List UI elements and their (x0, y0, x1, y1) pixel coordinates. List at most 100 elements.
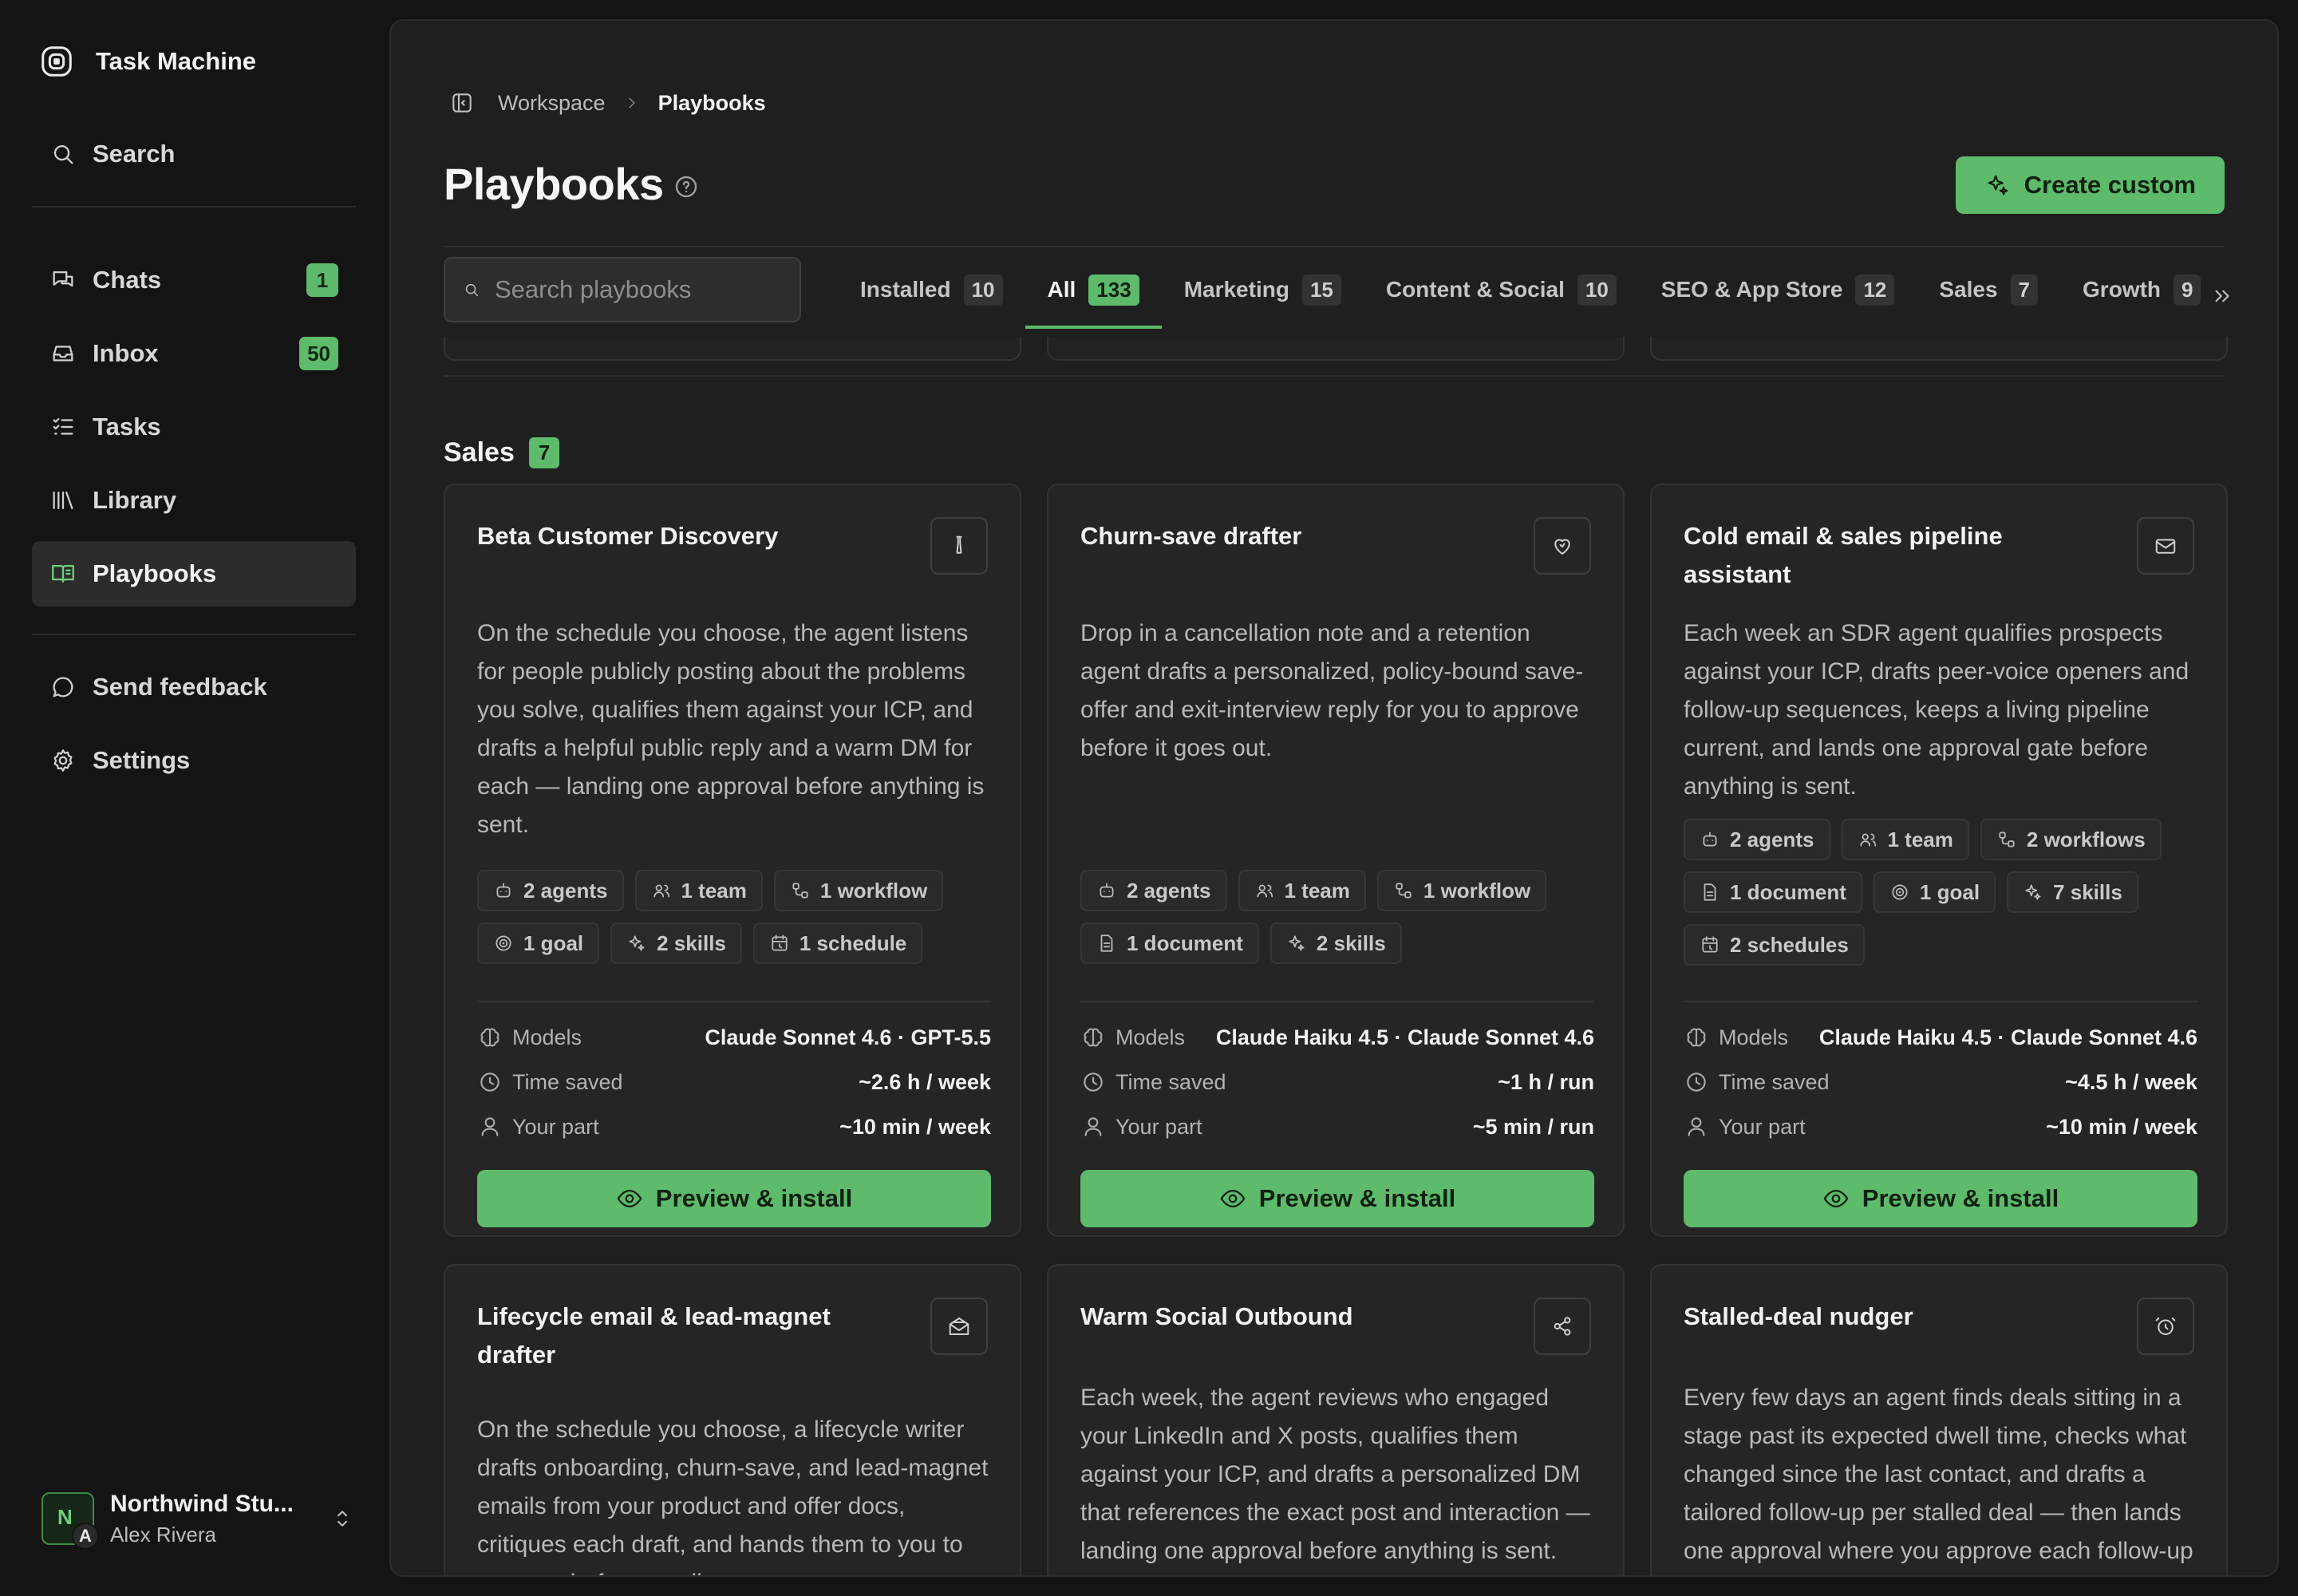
chip-document: 1 document (1684, 871, 1862, 913)
card-title: Warm Social Outbound (1080, 1302, 1353, 1330)
models-value: Claude Sonnet 4.6 · GPT-5.5 (705, 1025, 991, 1049)
tab-count: 12 (1855, 274, 1895, 306)
time-saved-value: ~1 h / run (1498, 1069, 1594, 1094)
playbook-card[interactable]: Warm Social Outbound Each week, the agen… (1047, 1264, 1625, 1575)
section-count-badge: 7 (528, 437, 560, 468)
tab-seo-app-store[interactable]: SEO & App Store 12 (1639, 257, 1917, 322)
meta-time-saved: Time saved ~4.5 h / week (1684, 1065, 2197, 1100)
card-description: On the schedule you choose, a lifecycle … (477, 1416, 989, 1575)
sidebar-toggle-icon[interactable] (444, 85, 480, 121)
search-input[interactable] (495, 275, 782, 304)
chip-agents: 2 agents (1080, 870, 1227, 911)
sparkles-icon (1289, 935, 1305, 951)
previous-card-edge (1047, 337, 1625, 361)
header-divider (444, 246, 2225, 247)
eye-icon (1823, 1189, 1849, 1208)
playbook-card[interactable]: Stalled-deal nudger Every few days an ag… (1650, 1264, 2228, 1575)
breadcrumb-workspace[interactable]: Workspace (498, 91, 606, 116)
library-icon (53, 491, 73, 510)
sidebar-item-inbox[interactable]: Inbox 50 (32, 321, 356, 386)
workspace-switcher[interactable]: N A Northwind Stu... Alex Rivera (41, 1486, 354, 1551)
tab-growth[interactable]: Growth 9 (2060, 257, 2223, 322)
chip-team: 1 team (1841, 819, 1969, 860)
create-custom-label: Create custom (2024, 171, 2196, 199)
tab-count: 133 (1088, 274, 1139, 306)
bot-icon (496, 883, 511, 898)
meta-label: Models (1115, 1025, 1186, 1049)
heart-icon (1534, 517, 1591, 575)
card-title: Lifecycle email & lead-magnet drafter (477, 1302, 831, 1369)
playbook-card[interactable]: Churn-save drafter Drop in a cancellatio… (1047, 484, 1625, 1237)
app-name: Task Machine (96, 47, 257, 75)
previous-card-edge (444, 337, 1021, 361)
meta-label: Models (1719, 1025, 1789, 1049)
bot-icon (1100, 883, 1114, 898)
create-custom-button[interactable]: Create custom (1955, 156, 2225, 214)
help-circle-icon[interactable] (672, 172, 701, 201)
user-icon (1084, 1117, 1102, 1136)
sidebar-item-chats[interactable]: Chats 1 (32, 247, 356, 313)
tab-label: Growth (2083, 277, 2162, 302)
tab-count: 9 (2174, 274, 2201, 306)
brand[interactable]: Task Machine (38, 43, 256, 80)
preview-install-button[interactable]: Preview & install (1684, 1170, 2197, 1227)
workspace-avatar: N A (41, 1492, 99, 1550)
playbook-card[interactable]: Beta Customer Discovery On the schedule … (444, 484, 1021, 1237)
chip-schedule: 1 schedule (752, 922, 923, 964)
clock-icon (1084, 1073, 1103, 1092)
models-value: Claude Haiku 4.5 · Claude Sonnet 4.6 (1215, 1025, 1594, 1049)
chip-label: 1 schedule (799, 930, 907, 955)
tab-marketing[interactable]: Marketing 15 (1162, 257, 1364, 322)
search-icon (53, 144, 73, 164)
preview-install-button[interactable]: Preview & install (477, 1170, 991, 1227)
meta-models: Models Claude Haiku 4.5 · Claude Sonnet 4… (1080, 1020, 1594, 1055)
tab-content-social[interactable]: Content & Social 10 (1364, 257, 1639, 322)
tab-label: Installed (860, 277, 951, 302)
playbook-card[interactable]: Lifecycle email & lead-magnet drafter On… (444, 1264, 1021, 1575)
chip-label: 7 skills (2053, 879, 2122, 904)
sidebar-item-playbooks[interactable]: Playbooks (32, 541, 356, 606)
sidebar-item-send-feedback[interactable]: Send feedback (32, 654, 356, 720)
clock-icon (480, 1073, 499, 1092)
your-part-value: ~5 min / run (1472, 1114, 1594, 1139)
sidebar: Task Machine Search Chats 1 Inbox 50 Tas… (0, 0, 388, 1596)
search-icon (465, 283, 479, 297)
chip-label: 1 goal (1919, 879, 1980, 904)
sidebar-item-settings[interactable]: Settings (32, 728, 356, 793)
search-box[interactable] (444, 257, 801, 322)
workspace-initial: N (57, 1505, 73, 1529)
sidebar-item-library[interactable]: Library (32, 468, 356, 533)
card-divider (477, 1001, 991, 1002)
your-part-value: ~10 min / week (2046, 1114, 2197, 1139)
card-title: Churn-save drafter (1080, 522, 1302, 550)
chip-skills: 2 skills (610, 922, 742, 964)
card-chips: 2 agents 1 team 1 workflow 1 goal 2 skil… (477, 870, 1004, 964)
clock-icon (1687, 1073, 1706, 1092)
eye-icon (617, 1189, 642, 1208)
card-description: On the schedule you choose, the agent li… (477, 620, 985, 838)
playbook-card[interactable]: Cold email & sales pipeline assistant Ea… (1650, 484, 2228, 1237)
sidebar-item-search[interactable]: Search (32, 121, 356, 187)
chip-label: 1 team (1284, 878, 1350, 903)
chevrons-right-icon[interactable] (2210, 284, 2234, 308)
category-tabs: Installed 10 All 133 Marketing 15 Content &… (838, 257, 2277, 329)
tab-count: 7 (2010, 274, 2039, 306)
tab-label: Content & Social (1385, 277, 1565, 302)
button-label: Preview & install (1862, 1184, 2059, 1212)
goal-target-icon (1892, 884, 1908, 900)
sparkles-icon (2025, 884, 2041, 900)
tab-all[interactable]: All 133 (1025, 257, 1162, 329)
chip-team: 1 team (634, 870, 763, 911)
goal-target-icon (496, 935, 511, 951)
preview-install-button[interactable]: Preview & install (1080, 1170, 1594, 1227)
chip-label: 2 skills (657, 930, 726, 955)
tab-installed[interactable]: Installed 10 (838, 257, 1025, 322)
chip-skills: 2 skills (1269, 922, 1402, 964)
tab-sales[interactable]: Sales 7 (1917, 257, 2060, 322)
sidebar-item-tasks[interactable]: Tasks (32, 394, 356, 460)
section-header-sales: Sales 7 (444, 437, 560, 468)
chip-label: 1 team (681, 878, 747, 903)
sidebar-item-label: Inbox (93, 339, 159, 367)
tasks-checklist-icon (53, 417, 73, 435)
tab-label: Sales (1939, 277, 1998, 302)
